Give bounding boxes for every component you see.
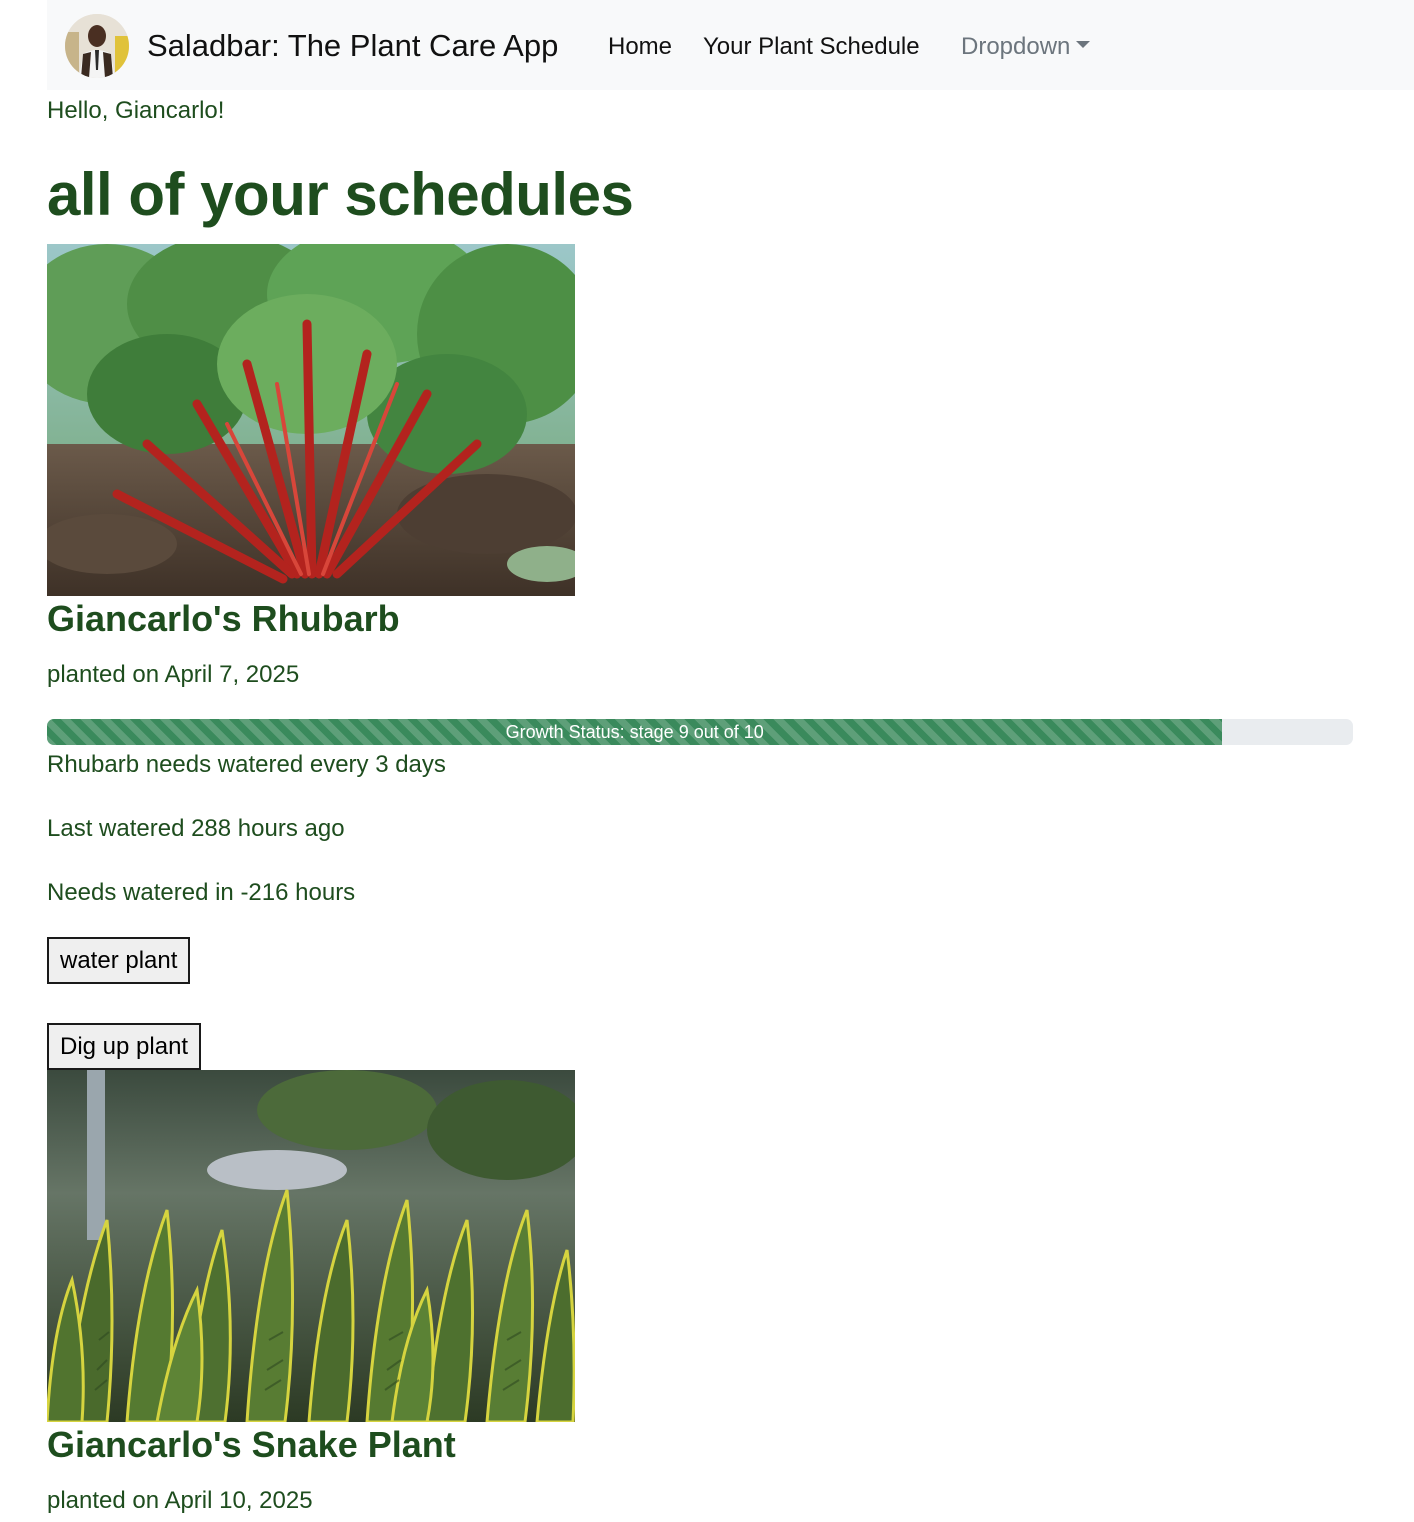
app-brand[interactable]: Saladbar: The Plant Care App — [147, 28, 558, 64]
dig-up-plant-button[interactable]: Dig up plant — [47, 1023, 202, 1070]
nav-your-plant-schedule[interactable]: Your Plant Schedule — [703, 32, 920, 62]
nav-dropdown[interactable]: Dropdown — [961, 32, 1091, 62]
needs-watered: Needs watered in -216 hours — [47, 879, 356, 906]
plant-name-rhubarb: Giancarlo's Rhubarb — [47, 598, 400, 639]
nav-home[interactable]: Home — [608, 32, 672, 62]
snake-plant-photo — [47, 1070, 575, 1422]
water-frequency: Rhubarb needs watered every 3 days — [47, 751, 446, 778]
navbar: Saladbar: The Plant Care App Home Your P… — [47, 0, 1414, 90]
planted-date-rhubarb: planted on April 7, 2025 — [47, 661, 300, 688]
rhubarb-photo — [47, 244, 575, 596]
caret-down-icon — [1076, 41, 1091, 49]
growth-progress: Growth Status: stage 9 out of 10 — [47, 719, 1353, 745]
growth-progress-bar: Growth Status: stage 9 out of 10 — [47, 719, 1223, 745]
nav-dropdown-label: Dropdown — [961, 33, 1071, 60]
greeting: Hello, Giancarlo! — [47, 97, 225, 124]
planted-date-snake-plant: planted on April 10, 2025 — [47, 1487, 313, 1514]
plant-name-snake-plant: Giancarlo's Snake Plant — [47, 1424, 456, 1465]
last-watered: Last watered 288 hours ago — [47, 815, 345, 842]
page-title: all of your schedules — [47, 161, 634, 228]
user-avatar-icon[interactable] — [65, 14, 129, 78]
water-plant-button[interactable]: water plant — [47, 937, 191, 984]
